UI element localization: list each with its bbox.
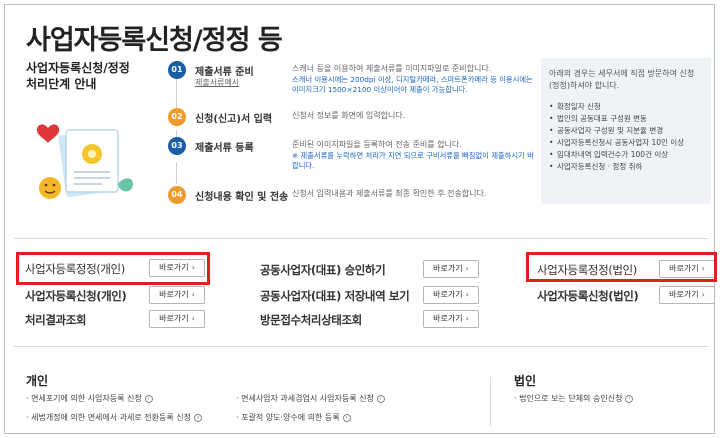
notice-list: 확정일자 신청 법인의 공동대표 구성원 변동 공동사업자 구성원 및 지분율 … bbox=[549, 101, 703, 173]
step-number: 04 bbox=[168, 186, 186, 204]
document-illustration bbox=[36, 124, 133, 199]
step-name: 신청내용 확인 및 전송 bbox=[195, 192, 289, 203]
section-separator bbox=[490, 378, 491, 426]
step-desc: 신청서 입력내용과 제출서류를 최종 확인한 후 전송합니다. bbox=[292, 189, 487, 198]
personal-item-link[interactable]: · 면세포기에 의한 사업자등록 신청 › bbox=[26, 393, 153, 404]
guide-title-line2: 처리단계 안내 bbox=[26, 77, 97, 91]
divider bbox=[14, 346, 708, 347]
arrow-circle-icon: › bbox=[625, 394, 634, 403]
step-number: 01 bbox=[168, 61, 186, 79]
notice-item: 임대차내역 입력건수가 100건 이상 bbox=[549, 149, 703, 161]
leaf-icon bbox=[118, 178, 133, 192]
arrow-circle-icon: › bbox=[144, 394, 153, 403]
arrow-circle-icon: › bbox=[194, 413, 203, 422]
notice-item: 공동사업자 구성원 및 지분율 변경 bbox=[549, 125, 703, 137]
personal-item-link[interactable]: · 세법개정에 의한 면세에서 과세로 전환등록 신청 › bbox=[26, 412, 203, 423]
notice-item: 법인의 공동대표 구성원 변동 bbox=[549, 113, 703, 125]
divider bbox=[14, 238, 708, 239]
step-desc: 준비된 이미지파일을 등록하여 전송 준비를 합니다. bbox=[292, 140, 462, 149]
result-inquiry-go-button[interactable]: 바로가기 › bbox=[149, 310, 205, 328]
page-title: 사업자등록신청/정정 등 bbox=[26, 25, 283, 56]
link-row-personal-application: 사업자등록신청(개인) 바로가기 › bbox=[25, 285, 205, 307]
personal-item-link[interactable]: · 포괄적 양도·양수에 의한 등록 › bbox=[236, 412, 351, 423]
link-row-corp-application: 사업자등록신청(법인) 바로가기 › bbox=[537, 285, 717, 307]
joint-approval-go-button[interactable]: 바로가기 › bbox=[423, 260, 479, 278]
link-row-visit-status: 방문접수처리상태조회 바로가기 › bbox=[260, 309, 480, 331]
link-row-joint-approval: 공동사업자(대표) 승인하기 바로가기 › bbox=[260, 259, 480, 281]
personal-item-link[interactable]: · 면세사업자 과세겸업시 사업자등록 신청 › bbox=[236, 393, 385, 404]
link-label: 사업자등록신청(법인) bbox=[537, 289, 639, 303]
link-label: 방문접수처리상태조회 bbox=[260, 313, 362, 327]
step-note: 스캐너 이용시에는 200dpi 이상, 디지털카메라, 스마트폰카메라 등 이… bbox=[292, 75, 533, 94]
step-name: 신청(신고)서 입력 bbox=[195, 114, 273, 125]
step-name: 제출서류 준비 bbox=[195, 67, 254, 78]
personal-application-go-button[interactable]: 바로가기 › bbox=[149, 286, 205, 304]
step-number: 03 bbox=[168, 137, 186, 155]
step-desc: 스캐너 등을 이용하여 제출서류를 이미지파일로 준비합니다. bbox=[292, 64, 492, 73]
corp-application-go-button[interactable]: 바로가기 › bbox=[659, 286, 715, 304]
guide-title: 사업자등록신청/정정 처리단계 안내 bbox=[26, 60, 156, 92]
notice-item: 사업자등록신청 · 정정 취하 bbox=[549, 161, 703, 173]
arrow-circle-icon: › bbox=[376, 394, 385, 403]
step-note: ※ 제출서류를 누락하면 처리가 지연 되므로 구비서류를 빠짐없이 제출하시기… bbox=[292, 151, 534, 170]
notice-item: 사업자등록신청시 공동사업자 10인 이상 bbox=[549, 137, 703, 149]
link-label: 처리결과조회 bbox=[25, 313, 87, 327]
joint-saved-go-button[interactable]: 바로가기 › bbox=[423, 286, 479, 304]
link-label: 공동사업자(대표) 승인하기 bbox=[260, 263, 386, 277]
link-label: 공동사업자(대표) 저장내역 보기 bbox=[260, 289, 410, 303]
step-name: 제출서류 등록 bbox=[195, 143, 254, 154]
link-row-result-inquiry: 처리결과조회 바로가기 › bbox=[25, 309, 205, 331]
notice-heading: 아래의 경우는 세무서에 직접 방문하여 신청(정정)하셔야 합니다. bbox=[549, 69, 695, 90]
visit-notice-box: 아래의 경우는 세무서에 직접 방문하여 신청(정정)하셔야 합니다. 확정일자… bbox=[541, 58, 711, 204]
step-number: 02 bbox=[168, 108, 186, 126]
corp-section-title: 법인 bbox=[514, 374, 537, 388]
arrow-circle-icon: › bbox=[342, 413, 351, 422]
highlight-box bbox=[526, 252, 717, 282]
link-row-joint-saved: 공동사업자(대표) 저장내역 보기 바로가기 › bbox=[260, 285, 480, 307]
guide-title-line1: 사업자등록신청/정정 bbox=[26, 61, 130, 75]
smiley-icon bbox=[39, 177, 61, 199]
corp-item-link[interactable]: · 법인으로 보는 단체의 승인신청 › bbox=[514, 393, 634, 404]
notice-item: 확정일자 신청 bbox=[549, 101, 703, 113]
heart-icon bbox=[36, 124, 60, 143]
highlight-box bbox=[16, 252, 210, 285]
step-desc: 신청서 정보를 화면에 입력합니다. bbox=[292, 111, 406, 120]
personal-section-title: 개인 bbox=[26, 374, 49, 388]
link-label: 사업자등록신청(개인) bbox=[25, 289, 127, 303]
visit-status-go-button[interactable]: 바로가기 › bbox=[423, 310, 479, 328]
sample-documents-link[interactable]: 제출서류예시 bbox=[195, 77, 239, 88]
